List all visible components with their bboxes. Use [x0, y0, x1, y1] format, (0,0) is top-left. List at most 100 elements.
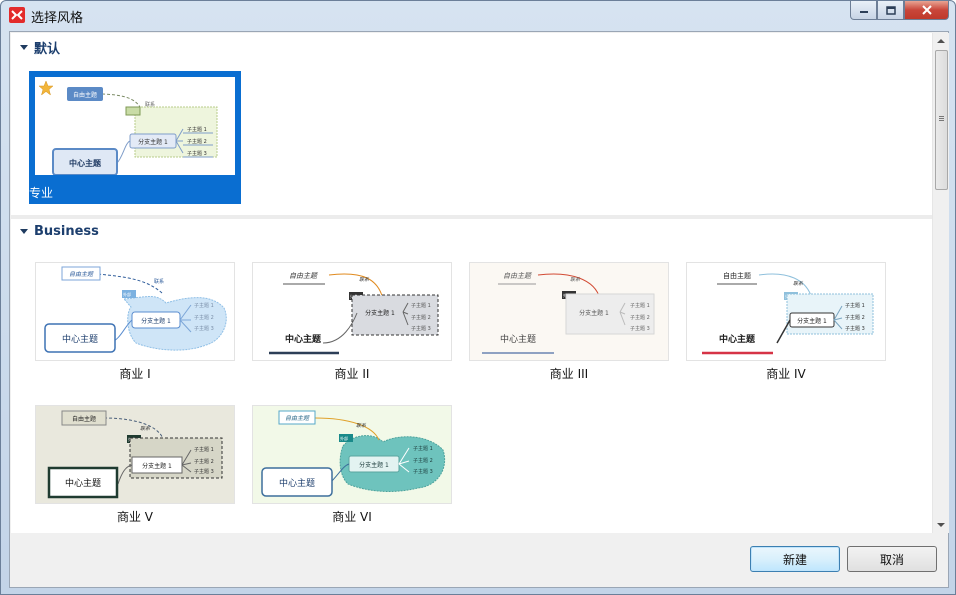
- title-bar: 选择风格: [1, 1, 955, 29]
- svg-text:子主题 1: 子主题 1: [194, 302, 214, 309]
- style-card-label: 商业 V: [116, 510, 154, 524]
- svg-text:子主题 2: 子主题 2: [413, 457, 433, 464]
- svg-text:子主题 2: 子主题 2: [630, 314, 650, 321]
- svg-text:分支主题 1: 分支主题 1: [141, 317, 171, 325]
- style-gallery: 默认 自由主题 联系 分支主题 1 子主题 1 子主题 2 子主题 3 中心主题…: [11, 33, 932, 533]
- svg-text:自由主题: 自由主题: [503, 272, 533, 280]
- grip-line: [939, 118, 944, 119]
- svg-text:分支主题 1: 分支主题 1: [359, 461, 389, 469]
- svg-text:外部: 外部: [123, 291, 131, 297]
- style-card-label: 专业: [29, 186, 54, 200]
- style-preview: 自由主题 联系 外部 分支主题 1 子主题 1 子主题 2 子主题 3 中心主题: [35, 262, 235, 361]
- svg-text:子主题 1: 子主题 1: [411, 302, 431, 309]
- svg-text:子主题 2: 子主题 2: [187, 138, 207, 145]
- section-label-default: 默认: [34, 41, 61, 57]
- minimize-icon: [859, 11, 868, 13]
- svg-text:中心主题: 中心主题: [279, 477, 315, 489]
- svg-text:分支主题 1: 分支主题 1: [142, 462, 172, 470]
- window-controls: [850, 1, 949, 21]
- svg-text:子主题 2: 子主题 2: [194, 458, 214, 465]
- svg-text:自由主题: 自由主题: [289, 272, 319, 280]
- svg-text:自由主题: 自由主题: [69, 270, 94, 278]
- svg-text:子主题 1: 子主题 1: [630, 302, 650, 309]
- minimize-button[interactable]: [850, 1, 877, 20]
- svg-text:分支主题 1: 分支主题 1: [138, 138, 168, 146]
- section-label-business: Business: [34, 223, 99, 239]
- svg-text:子主题 2: 子主题 2: [845, 314, 865, 321]
- maximize-button[interactable]: [877, 1, 904, 20]
- style-preview: 自由主题 联系 外部 分支主题 1 子主题 1 子主题 2 子主题 3 中心: [252, 262, 452, 361]
- svg-text:子主题 2: 子主题 2: [411, 314, 431, 321]
- svg-text:中心主题: 中心主题: [285, 333, 322, 345]
- svg-text:中心主题: 中心主题: [65, 477, 101, 489]
- section-divider: [11, 215, 932, 219]
- svg-text:联系: 联系: [793, 280, 804, 287]
- style-card-business-5[interactable]: 自由主题 联系 外部 分支主题 1 子主题 1 子主题 2 子主题 3 中心: [35, 405, 235, 524]
- new-button[interactable]: 新建: [750, 546, 840, 572]
- svg-text:联系: 联系: [359, 276, 370, 283]
- close-button[interactable]: [904, 1, 949, 20]
- style-card-business-4[interactable]: 自由主题 联系 外部 分支主题 1 子主题 1 子主题 2 子主题 3 中心: [686, 262, 886, 381]
- dialog-footer: 新建 取消: [10, 534, 948, 587]
- svg-text:子主题 1: 子主题 1: [413, 445, 433, 452]
- style-card-business-2[interactable]: 自由主题 联系 外部 分支主题 1 子主题 1 子主题 2 子主题 3 中心: [252, 262, 452, 381]
- vertical-scrollbar[interactable]: [932, 33, 949, 533]
- style-card-label: 商业 IV: [766, 367, 806, 381]
- scroll-up-arrow-icon[interactable]: [937, 39, 945, 43]
- svg-text:联系: 联系: [140, 425, 151, 432]
- scroll-thumb[interactable]: [935, 50, 948, 190]
- svg-text:外部: 外部: [340, 435, 348, 441]
- svg-text:中心主题: 中心主题: [500, 333, 536, 345]
- close-icon: [921, 5, 932, 15]
- svg-text:子主题 1: 子主题 1: [187, 126, 207, 133]
- style-card-label: 商业 I: [119, 367, 151, 381]
- scroll-down-arrow-icon[interactable]: [937, 523, 945, 527]
- collapse-triangle-icon: [20, 228, 28, 234]
- svg-text:分支主题 1: 分支主题 1: [365, 309, 395, 317]
- svg-text:联系: 联系: [570, 276, 581, 283]
- cancel-button[interactable]: 取消: [847, 546, 937, 572]
- style-card-business-6[interactable]: 自由主题 联系 外部 分支主题 1 子主题 1 子主题 2 子主题 3 中心主题: [252, 405, 452, 524]
- svg-text:子主题 1: 子主题 1: [194, 446, 214, 453]
- svg-text:联系: 联系: [154, 278, 164, 285]
- svg-text:联系: 联系: [356, 422, 367, 429]
- svg-text:子主题 3: 子主题 3: [413, 468, 433, 475]
- svg-text:中心主题: 中心主题: [62, 333, 98, 345]
- window-title: 选择风格: [31, 11, 84, 26]
- style-preview: 自由主题 联系 外部 分支主题 1 子主题 1 子主题 2 子主题 3 中心主题: [252, 405, 452, 504]
- xmind-logo-icon: [9, 7, 25, 23]
- svg-text:子主题 2: 子主题 2: [194, 314, 214, 321]
- dialog-window: 选择风格 默认 自由主题 联系 分支主题 1 子主题 1 子主题 2 子主题 3…: [0, 0, 956, 595]
- svg-text:中心主题: 中心主题: [719, 333, 756, 345]
- collapse-triangle-icon: [20, 44, 28, 50]
- style-card-label: 商业 II: [334, 367, 370, 381]
- style-preview: 自由主题 联系 外部 分支主题 1 子主题 1 子主题 2 子主题 3 中心: [35, 405, 235, 504]
- svg-text:自由主题: 自由主题: [285, 414, 310, 422]
- grip-line: [939, 116, 944, 117]
- favorite-star-icon: [38, 80, 54, 96]
- svg-text:自由主题: 自由主题: [723, 271, 751, 280]
- svg-text:子主题 1: 子主题 1: [845, 302, 865, 309]
- style-preview: 自由主题 联系 分支主题 1 子主题 1 子主题 2 子主题 3 中心主题: [35, 77, 235, 175]
- style-card-label: 商业 III: [549, 367, 589, 381]
- section-header-default[interactable]: 默认: [20, 37, 60, 57]
- maximize-icon: [885, 5, 896, 15]
- style-card-business-1[interactable]: 自由主题 联系 外部 分支主题 1 子主题 1 子主题 2 子主题 3 中心主题: [35, 262, 235, 381]
- grip-line: [939, 120, 944, 121]
- svg-text:子主题 3: 子主题 3: [630, 325, 650, 332]
- style-card-label: 商业 VI: [332, 510, 372, 524]
- svg-text:分支主题 1: 分支主题 1: [579, 309, 609, 317]
- section-header-business[interactable]: Business: [20, 221, 99, 241]
- style-preview: 自由主题 联系 外部 分支主题 1 子主题 1 子主题 2 子主题 3 中心主题: [469, 262, 669, 361]
- svg-text:分支主题 1: 分支主题 1: [797, 317, 827, 325]
- svg-text:子主题 3: 子主题 3: [845, 325, 865, 332]
- dialog-client-area: 默认 自由主题 联系 分支主题 1 子主题 1 子主题 2 子主题 3 中心主题…: [9, 31, 949, 588]
- style-card-professional[interactable]: 自由主题 联系 分支主题 1 子主题 1 子主题 2 子主题 3 中心主题 专业: [29, 71, 241, 204]
- style-card-business-3[interactable]: 自由主题 联系 外部 分支主题 1 子主题 1 子主题 2 子主题 3 中心主题: [469, 262, 669, 381]
- svg-text:子主题 3: 子主题 3: [194, 325, 214, 332]
- svg-text:子主题 3: 子主题 3: [187, 150, 207, 157]
- style-preview: 自由主题 联系 外部 分支主题 1 子主题 1 子主题 2 子主题 3 中心: [686, 262, 886, 361]
- svg-text:子主题 3: 子主题 3: [194, 468, 214, 475]
- svg-text:子主题 3: 子主题 3: [411, 325, 431, 332]
- svg-text:自由主题: 自由主题: [72, 415, 96, 423]
